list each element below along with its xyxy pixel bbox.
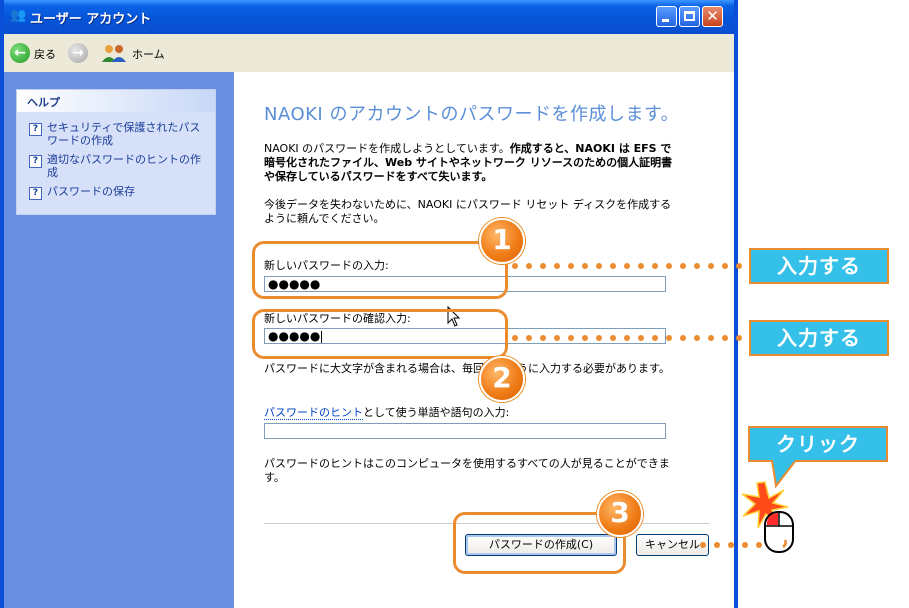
connector-dot (596, 263, 602, 269)
help-question-icon: ? (29, 187, 42, 200)
close-icon: ✕ (706, 7, 719, 25)
connector-dot (512, 263, 518, 269)
navigation-bar: ← 戻る → ホーム (4, 34, 734, 73)
connector-dot (736, 335, 742, 341)
help-item-save-password[interactable]: ? パスワードの保存 (17, 182, 215, 201)
connector-dot (722, 263, 728, 269)
connector-dot (596, 335, 602, 341)
connector-dot (512, 335, 518, 341)
password-hint-label-rest: として使う単語や語句の入力: (363, 406, 510, 419)
connector-dot (526, 263, 532, 269)
connector-dot (708, 335, 714, 341)
help-item-label[interactable]: セキュリティで保護されたパスワードの作成 (47, 121, 200, 147)
connector-dot (554, 263, 560, 269)
connector-dot (666, 263, 672, 269)
connector-dot (736, 263, 742, 269)
help-item-secure-password[interactable]: ? セキュリティで保護されたパスワードの作成 (17, 118, 215, 150)
callout-click: クリック (748, 426, 888, 462)
callout-enter-password: 入力する (749, 248, 889, 284)
connector-dot (652, 335, 658, 341)
minimize-button[interactable] (656, 6, 677, 27)
connector-dot (540, 263, 546, 269)
password-hint-link[interactable]: パスワードのヒント (264, 406, 363, 420)
connector-dot (680, 263, 686, 269)
connector-dot (722, 335, 728, 341)
connector-dot (638, 335, 644, 341)
maximize-icon (684, 11, 695, 21)
close-button[interactable]: ✕ (702, 6, 723, 27)
connector-dot (624, 335, 630, 341)
user-accounts-app-icon: 👥 (10, 8, 27, 23)
connector-dot (680, 335, 686, 341)
intro-text: NAOKI のパスワードを作成しようとしています。作成すると、NAOKI は E… (264, 142, 674, 184)
sidebar: ヘルプ ? セキュリティで保護されたパスワードの作成 ? 適切なパスワードのヒン… (4, 72, 234, 608)
cancel-button[interactable]: キャンセル (636, 534, 709, 556)
maximize-button[interactable] (679, 6, 700, 27)
connector-dot (624, 263, 630, 269)
hint-visibility-note: パスワードのヒントはこのコンピュータを使用するすべての人が見ることができます。 (264, 457, 670, 484)
connector-dot (700, 542, 706, 548)
password-hint-field[interactable] (264, 423, 666, 439)
step2-badge: 2 (479, 356, 525, 402)
help-item-password-hint[interactable]: ? 適切なパスワードのヒントの作成 (17, 150, 215, 182)
connector-dot (568, 335, 574, 341)
connector-dot (742, 542, 748, 548)
step2-highlight-frame (252, 309, 508, 359)
help-item-label[interactable]: 適切なパスワードのヒントの作成 (47, 153, 201, 179)
forward-arrow-icon[interactable]: → (68, 43, 88, 63)
connector-dot (582, 263, 588, 269)
connector-dot (554, 335, 560, 341)
intro-normal-text: NAOKI のパスワードを作成しようとしています。 (264, 142, 510, 155)
step3-badge: 3 (597, 491, 643, 537)
connector-dot (526, 335, 532, 341)
help-question-icon: ? (29, 155, 42, 168)
step1-badge: 1 (479, 218, 525, 264)
connector-dot (638, 263, 644, 269)
page-title: NAOKI のアカウントのパスワードを作成します。 (264, 104, 680, 125)
connector-dot (540, 335, 546, 341)
password-hint-label: パスワードのヒントとして使う単語や語句の入力: (264, 404, 509, 420)
step1-highlight-frame (252, 241, 508, 299)
case-sensitivity-note: パスワードに大文字が含まれる場合は、毎回同じように入力する必要があります。 (264, 362, 670, 375)
connector-dot (610, 263, 616, 269)
minimize-icon (662, 19, 669, 22)
reset-disk-note: 今後データを失わないために、NAOKI にパスワード リセット ディスクを作成す… (264, 198, 672, 225)
connector-dot (610, 335, 616, 341)
mouse-click-icon (764, 511, 794, 553)
connector-dot (714, 542, 720, 548)
connector-dot (568, 263, 574, 269)
connector-dot (694, 263, 700, 269)
home-users-icon[interactable] (100, 43, 128, 63)
title-bar[interactable]: 👥 ユーザー アカウント ✕ (4, 0, 734, 34)
connector-dot (582, 335, 588, 341)
connector-dot (694, 335, 700, 341)
help-item-label[interactable]: パスワードの保存 (47, 185, 135, 198)
window-title: ユーザー アカウント (30, 12, 152, 27)
help-panel: ヘルプ ? セキュリティで保護されたパスワードの作成 ? 適切なパスワードのヒン… (16, 89, 216, 215)
connector-dot (652, 263, 658, 269)
home-button-label[interactable]: ホーム (132, 46, 165, 62)
help-panel-header: ヘルプ (17, 90, 215, 112)
back-arrow-icon[interactable]: ← (10, 43, 30, 63)
connector-dot (666, 335, 672, 341)
callout-confirm-password: 入力する (749, 320, 889, 356)
connector-dot (708, 263, 714, 269)
help-panel-title: ヘルプ (27, 96, 60, 109)
help-question-icon: ? (29, 123, 42, 136)
connector-dot (728, 542, 734, 548)
back-button-label[interactable]: 戻る (34, 46, 56, 62)
